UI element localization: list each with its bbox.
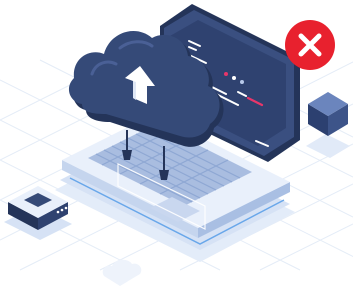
error-x-icon[interactable]	[285, 20, 335, 70]
cloud-upload-error-illustration	[0, 0, 353, 300]
error-badge-graphic	[285, 20, 335, 70]
floor-cloud-shape	[102, 259, 142, 286]
server-cube-icon	[306, 92, 350, 158]
router-box-icon	[4, 186, 72, 240]
